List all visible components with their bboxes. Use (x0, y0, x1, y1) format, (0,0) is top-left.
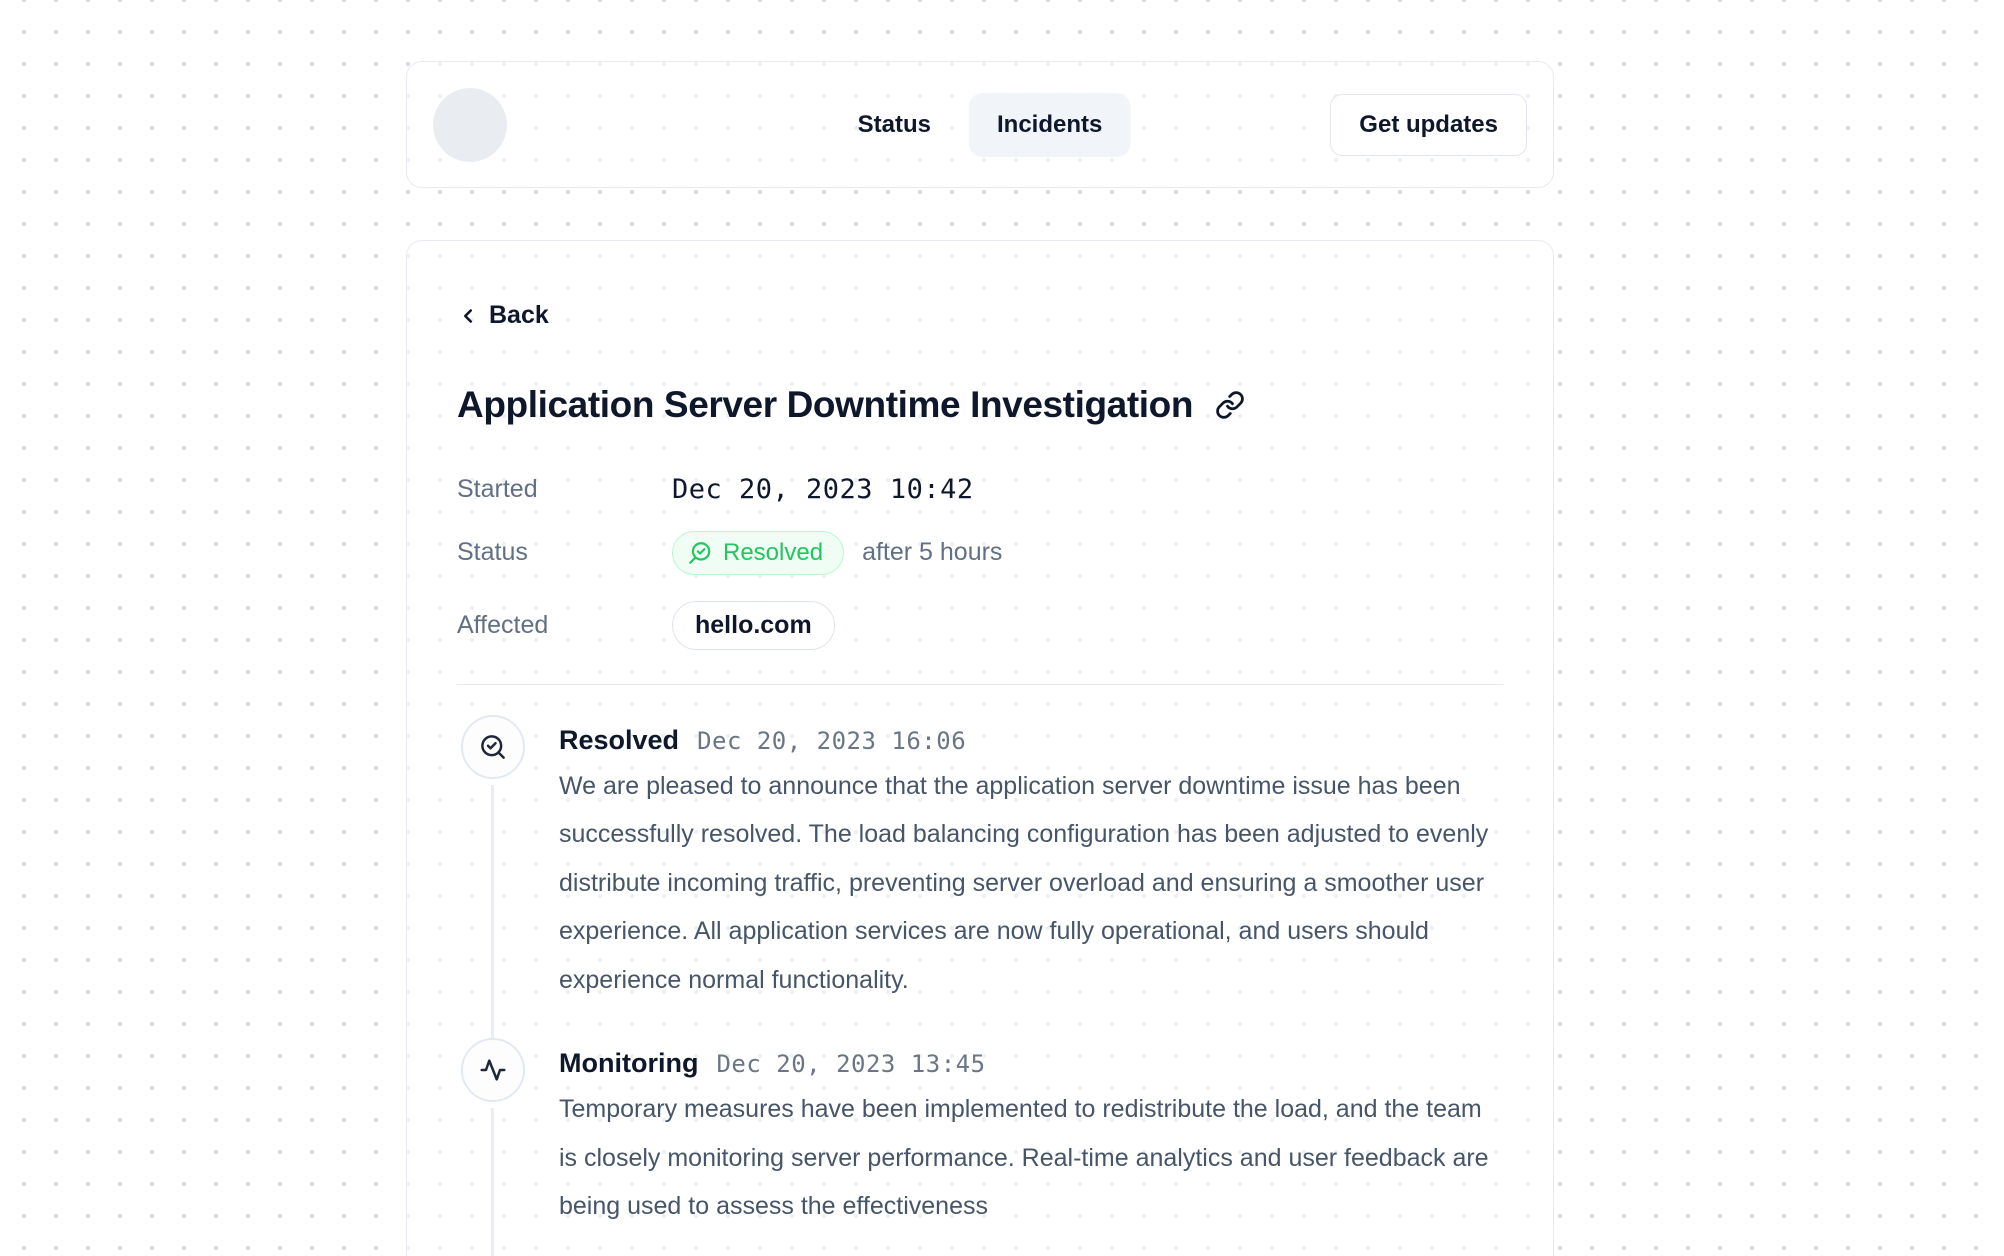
update-header: Monitoring Dec 20, 2023 13:45 (559, 1048, 1503, 1079)
page-container: Status Incidents Get updates Back Applic… (406, 61, 1554, 1256)
activity-icon (478, 1055, 508, 1085)
page-title: Application Server Downtime Investigatio… (457, 384, 1193, 426)
back-label: Back (489, 301, 549, 330)
divider (457, 684, 1503, 685)
avatar (433, 88, 507, 162)
update-status: Monitoring (559, 1048, 698, 1079)
search-check-icon (478, 732, 508, 762)
search-check-icon (687, 540, 713, 566)
update-status: Resolved (559, 725, 679, 756)
chevron-left-icon (457, 305, 479, 327)
top-nav-card: Status Incidents Get updates (406, 61, 1554, 188)
status-duration: after 5 hours (862, 538, 1002, 567)
status-badge-label: Resolved (723, 539, 823, 567)
permalink-icon[interactable] (1215, 390, 1245, 420)
incident-meta: Started Dec 20, 2023 10:42 Status Resolv… (457, 474, 1503, 650)
incident-timeline: Resolved Dec 20, 2023 16:06 We are pleas… (457, 725, 1503, 1231)
tab-incidents[interactable]: Incidents (969, 93, 1130, 157)
started-value: Dec 20, 2023 10:42 (672, 474, 974, 505)
timeline-entry-monitoring: Monitoring Dec 20, 2023 13:45 Temporary … (457, 1048, 1503, 1231)
timeline-marker (461, 715, 525, 779)
nav-tabs: Status Incidents (830, 93, 1131, 157)
meta-row-affected: Affected hello.com (457, 601, 1503, 650)
back-link[interactable]: Back (457, 301, 549, 330)
status-badge: Resolved (672, 531, 844, 575)
update-timestamp: Dec 20, 2023 16:06 (697, 727, 966, 755)
affected-label: Affected (457, 611, 672, 640)
get-updates-button[interactable]: Get updates (1330, 94, 1527, 156)
timeline-marker (461, 1038, 525, 1102)
meta-row-started: Started Dec 20, 2023 10:42 (457, 474, 1503, 505)
status-label: Status (457, 538, 672, 567)
update-body: Temporary measures have been implemented… (559, 1085, 1503, 1231)
update-timestamp: Dec 20, 2023 13:45 (716, 1050, 985, 1078)
affected-component-pill[interactable]: hello.com (672, 601, 835, 650)
title-row: Application Server Downtime Investigatio… (457, 384, 1503, 426)
timeline-entry-resolved: Resolved Dec 20, 2023 16:06 We are pleas… (457, 725, 1503, 1005)
update-body: We are pleased to announce that the appl… (559, 762, 1503, 1005)
update-header: Resolved Dec 20, 2023 16:06 (559, 725, 1503, 756)
tab-status[interactable]: Status (830, 93, 959, 157)
meta-row-status: Status Resolved after 5 hours (457, 531, 1503, 575)
incident-card: Back Application Server Downtime Investi… (406, 240, 1554, 1256)
started-label: Started (457, 475, 672, 504)
